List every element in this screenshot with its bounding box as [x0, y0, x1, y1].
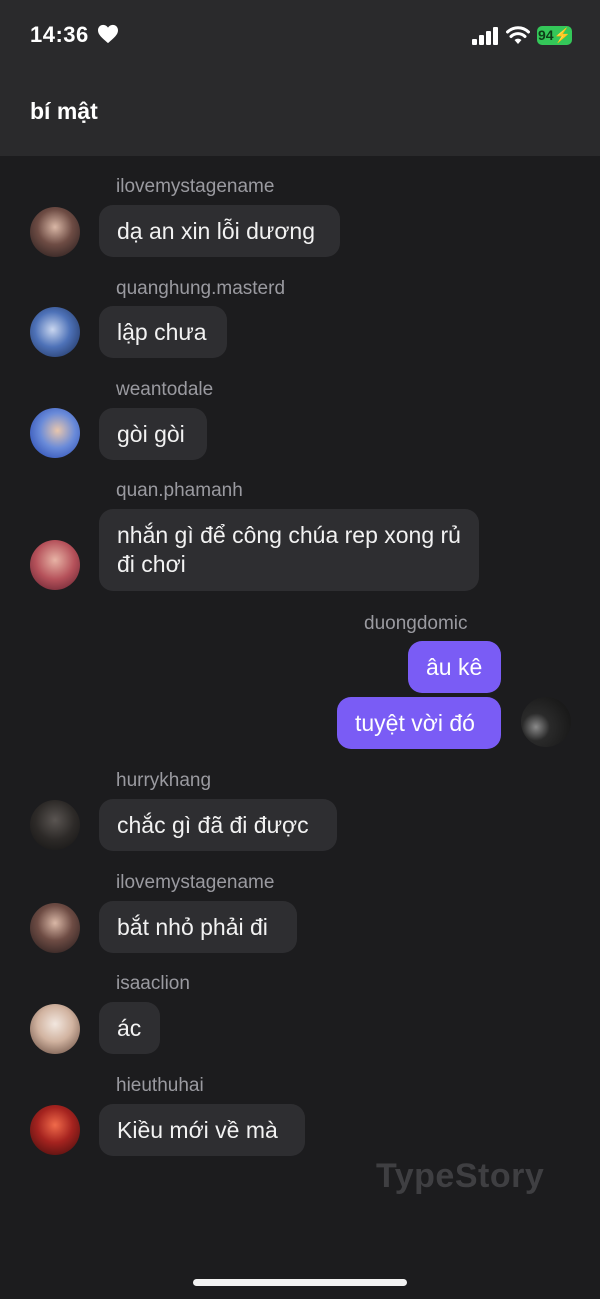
- user-avatar[interactable]: [30, 540, 80, 590]
- battery-level: 94: [537, 27, 554, 43]
- message-username: hurrykhang: [116, 770, 212, 791]
- message-bubble[interactable]: dạ an xin lỗi dương: [99, 205, 340, 257]
- user-avatar[interactable]: [30, 207, 80, 257]
- message-bubble[interactable]: lập chưa: [99, 306, 227, 358]
- message-username: weantodale: [116, 379, 214, 400]
- user-avatar[interactable]: [30, 1004, 80, 1054]
- message-username: ilovemystagename: [116, 176, 275, 197]
- message-bubble[interactable]: bắt nhỏ phải đi: [99, 901, 297, 953]
- message-bubble[interactable]: gòi gòi: [99, 408, 207, 460]
- chat-title[interactable]: bí mật: [30, 98, 98, 125]
- user-avatar[interactable]: [30, 307, 80, 357]
- own-avatar[interactable]: [521, 697, 571, 747]
- charging-bolt-icon: ⚡: [553, 27, 571, 43]
- message-bubble[interactable]: Kiều mới về mà: [99, 1104, 305, 1156]
- heart-icon: [98, 24, 118, 44]
- user-avatar[interactable]: [30, 408, 80, 458]
- status-time: 14:36: [30, 22, 89, 47]
- home-indicator[interactable]: [193, 1279, 407, 1286]
- wifi-icon: [506, 26, 530, 44]
- message-bubble[interactable]: ác: [99, 1002, 160, 1054]
- own-message-bubble[interactable]: tuyệt vời đó: [337, 697, 501, 749]
- message-bubble[interactable]: chắc gì đã đi được: [99, 799, 337, 851]
- user-avatar[interactable]: [30, 1105, 80, 1155]
- user-avatar[interactable]: [30, 800, 80, 850]
- message-username: duongdomic: [364, 613, 468, 634]
- message-bubble[interactable]: nhắn gì để công chúa rep xong rủ đi chơi: [99, 509, 479, 591]
- message-username: ilovemystagename: [116, 872, 275, 893]
- own-message-bubble[interactable]: âu kê: [408, 641, 501, 693]
- message-username: quan.phamanh: [116, 480, 243, 501]
- message-username: quanghung.masterd: [116, 278, 286, 299]
- watermark-logo: TypeStory: [376, 1157, 545, 1195]
- user-avatar[interactable]: [30, 903, 80, 953]
- battery-indicator: 94⚡: [537, 26, 572, 45]
- message-username: isaaclion: [116, 973, 190, 994]
- message-username: hieuthuhai: [116, 1075, 204, 1096]
- signal-icon: [472, 27, 498, 45]
